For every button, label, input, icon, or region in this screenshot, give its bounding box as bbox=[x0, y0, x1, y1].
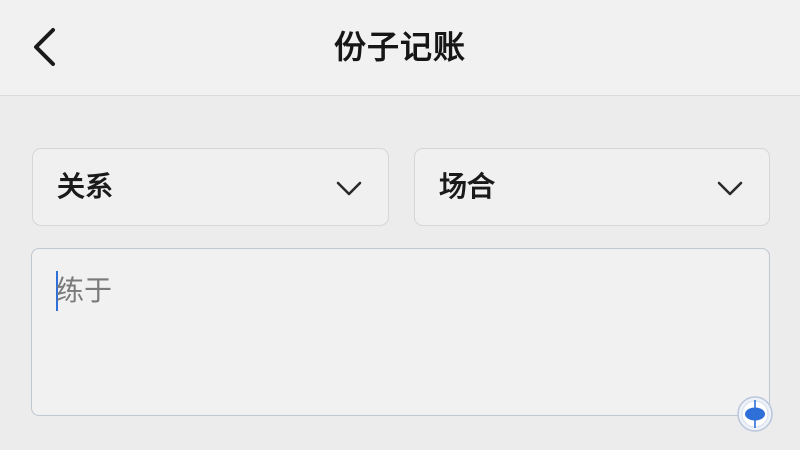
occasion-select-label: 场合 bbox=[439, 170, 496, 203]
relation-select-label: 关系 bbox=[57, 170, 114, 203]
navigation-bar: 份子记账 bbox=[0, 0, 800, 96]
note-textarea[interactable]: 练于 bbox=[31, 248, 770, 416]
chevron-down-icon bbox=[717, 181, 743, 196]
resize-handle-icon[interactable] bbox=[736, 395, 774, 433]
page: 份子记账 关系 场合 练于 bbox=[0, 0, 800, 450]
note-text: 练于 bbox=[56, 274, 113, 307]
occasion-select[interactable]: 场合 bbox=[414, 148, 770, 226]
page-title: 份子记账 bbox=[333, 28, 466, 66]
relation-select[interactable]: 关系 bbox=[32, 148, 389, 226]
chevron-down-icon bbox=[336, 181, 362, 196]
